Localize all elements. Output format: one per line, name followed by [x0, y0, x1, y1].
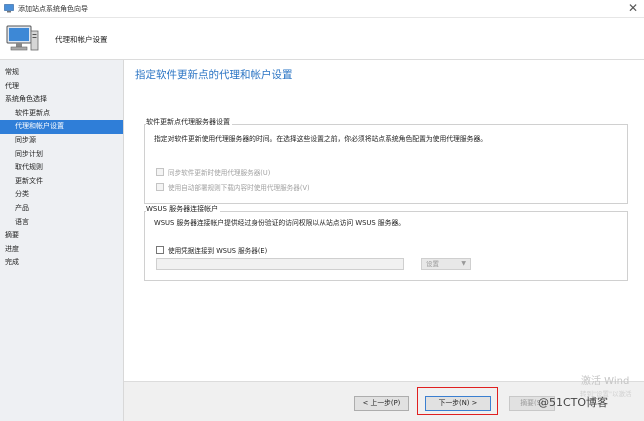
sidebar-item-completion[interactable]: 完成 [0, 256, 123, 270]
sidebar-item-languages[interactable]: 语言 [0, 216, 123, 230]
step-title: 代理和帐户设置 [55, 35, 108, 44]
proxy-settings-group-label: 软件更新点代理服务器设置 [146, 117, 232, 127]
previous-button[interactable]: < 上一步(P) [354, 396, 409, 411]
sidebar-item-progress[interactable]: 进度 [0, 243, 123, 257]
close-icon[interactable]: ✕ [628, 1, 638, 15]
proxy-sync-checkbox[interactable] [156, 168, 164, 176]
window-title: 添加站点系统角色向导 [18, 5, 88, 13]
chevron-down-icon: ▼ [461, 260, 466, 267]
sidebar-item-general[interactable]: 常规 [0, 66, 123, 80]
sidebar-item-update-files[interactable]: 更新文件 [0, 175, 123, 189]
sidebar-item-summary[interactable]: 摘要 [0, 229, 123, 243]
blog-watermark: @51CTO博客 [538, 396, 609, 409]
computer-icon [6, 25, 39, 51]
sidebar-item-sync-schedule[interactable]: 同步计划 [0, 148, 123, 162]
sidebar-item-sync-source[interactable]: 同步源 [0, 134, 123, 148]
activation-watermark: 激活 Wind [581, 376, 630, 387]
proxy-sync-option[interactable]: 同步软件更新时使用代理服务器(U) [156, 167, 270, 177]
sidebar-item-proxy[interactable]: 代理 [0, 80, 123, 94]
proxy-sync-label: 同步软件更新时使用代理服务器(U) [168, 169, 271, 177]
sidebar-item-supersedence-rules[interactable]: 取代规则 [0, 161, 123, 175]
settings-dropdown-label: 设置 [426, 260, 439, 268]
wsus-credentials-option[interactable]: 使用凭据连接到 WSUS 服务器(E) [156, 245, 267, 255]
main-panel: 指定软件更新点的代理和帐户设置 软件更新点代理服务器设置 指定对软件更新使用代理… [124, 60, 644, 381]
page-title: 指定软件更新点的代理和帐户设置 [135, 69, 293, 81]
wsus-account-group-label: WSUS 服务器连接帐户 [146, 204, 221, 214]
wsus-account-description: WSUS 服务器连接帐户提供经过身份验证的访问权限以从站点访问 WSUS 服务器… [154, 219, 406, 227]
sidebar-item-products[interactable]: 产品 [0, 202, 123, 216]
settings-dropdown[interactable]: 设置 ▼ [421, 258, 471, 270]
wizard-steps-sidebar: 常规 代理 系统角色选择 软件更新点 代理和帐户设置 同步源 同步计划 取代规则… [0, 60, 124, 421]
proxy-adr-checkbox[interactable] [156, 183, 164, 191]
wsus-credentials-label: 使用凭据连接到 WSUS 服务器(E) [168, 247, 268, 255]
proxy-adr-label: 使用自动部署规则下载内容时使用代理服务器(V) [168, 184, 310, 192]
window-titlebar: 添加站点系统角色向导 ✕ [0, 0, 644, 18]
sidebar-item-role-selection[interactable]: 系统角色选择 [0, 93, 123, 107]
next-button-highlight [417, 387, 498, 415]
proxy-settings-description: 指定对软件更新使用代理服务器的时间。在选择这些设置之前，你必须将站点系统角色配置… [154, 135, 488, 143]
wizard-app-icon [4, 4, 14, 13]
wsus-credentials-checkbox[interactable] [156, 246, 164, 254]
sidebar-item-software-update-point[interactable]: 软件更新点 [0, 107, 123, 121]
sidebar-item-proxy-account-settings[interactable]: 代理和帐户设置 [0, 120, 123, 134]
proxy-adr-option[interactable]: 使用自动部署规则下载内容时使用代理服务器(V) [156, 182, 310, 192]
wizard-header: 代理和帐户设置 [0, 18, 644, 60]
wsus-account-field[interactable] [156, 258, 404, 270]
sidebar-item-classifications[interactable]: 分类 [0, 188, 123, 202]
